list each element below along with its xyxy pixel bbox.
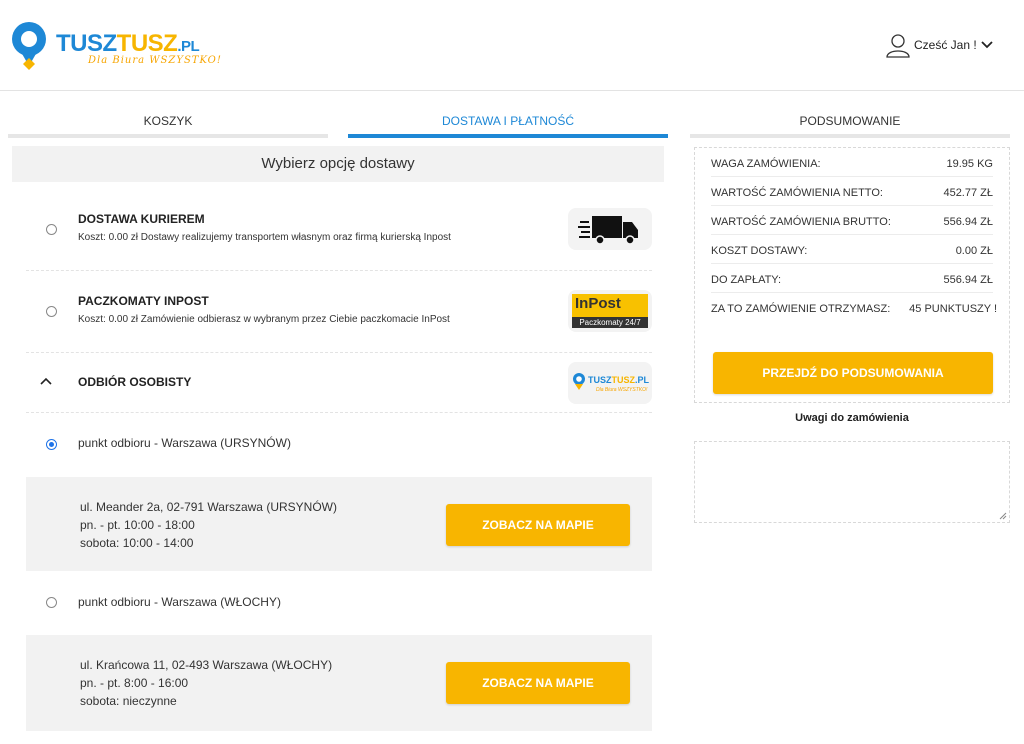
tab-label: KOSZYK	[143, 114, 193, 128]
option-title: DOSTAWA KURIEREM	[78, 212, 205, 226]
courier-radio[interactable]	[46, 224, 57, 235]
tab-cart[interactable]: KOSZYK	[8, 114, 328, 138]
summary-value: 556.94 ZŁ	[943, 216, 993, 228]
option-title: PACZKOMATY INPOST	[78, 294, 209, 308]
tab-indicator	[348, 134, 668, 138]
summary-row-total: DO ZAPŁATY: 556.94 ZŁ	[711, 264, 993, 293]
truck-icon	[568, 208, 652, 250]
user-greeting: Cześć Jan !	[914, 38, 977, 52]
order-notes-label: Uwagi do zamówienia	[795, 412, 909, 424]
pickup-point-ursynow[interactable]: punkt odbioru - Warszawa (URSYNÓW)	[26, 413, 652, 477]
tab-delivery-payment[interactable]: DOSTAWA I PŁATNOŚĆ	[348, 114, 668, 138]
summary-value: 556.94 ZŁ	[943, 274, 993, 286]
pickup-wlochy-details: ul. Krańcowa 11, 02-493 Warszawa (WŁOCHY…	[26, 635, 652, 731]
summary-label: WARTOŚĆ ZAMÓWIENIA BRUTTO:	[711, 216, 891, 228]
pickup-hours-saturday: sobota: 10:00 - 14:00	[80, 536, 194, 550]
summary-row-gross-value: WARTOŚĆ ZAMÓWIENIA BRUTTO: 556.94 ZŁ	[711, 206, 993, 235]
delivery-option-courier[interactable]: DOSTAWA KURIEREM Koszt: 0.00 zł Dostawy …	[26, 196, 652, 271]
order-notes-textarea[interactable]	[694, 441, 1010, 523]
site-header: TUSZTUSZ.PL Dla Biura WSZYSTKO! Cześć Ja…	[0, 0, 1024, 91]
option-title: ODBIÓR OSOBISTY	[78, 375, 192, 389]
user-menu[interactable]: Cześć Jan !	[885, 30, 993, 60]
summary-label: WAGA ZAMÓWIENIA:	[711, 158, 821, 170]
tusztusz-logo: TUSZTUSZ.PL Dla Biura WSZYSTKO!	[568, 362, 652, 404]
pickup-address: ul. Meander 2a, 02-791 Warszawa (URSYNÓW…	[80, 500, 337, 514]
order-summary: WAGA ZAMÓWIENIA: 19.95 KG WARTOŚĆ ZAMÓWI…	[694, 147, 1010, 403]
inpost-logo-sub: Paczkomaty 24/7	[572, 317, 648, 328]
go-to-summary-button[interactable]: PRZEJDŹ DO PODSUMOWANIA	[713, 352, 993, 394]
summary-value: 19.95 KG	[946, 158, 993, 170]
inpost-logo-main: InPost	[575, 295, 621, 312]
summary-label: ZA TO ZAMÓWIENIE OTRZYMASZ:	[711, 303, 891, 315]
pickup-ursynow-radio[interactable]	[46, 439, 57, 450]
tab-summary[interactable]: PODSUMOWANIE	[690, 114, 1010, 138]
option-description: Koszt: 0.00 zł Zamówienie odbierasz w wy…	[78, 314, 450, 325]
option-description: Koszt: 0.00 zł Dostawy realizujemy trans…	[78, 232, 451, 243]
chevron-down-icon	[981, 41, 993, 49]
pickup-hours-weekdays: pn. - pt. 8:00 - 16:00	[80, 676, 189, 690]
summary-value: 452.77 ZŁ	[943, 187, 993, 199]
pickup-wlochy-radio[interactable]	[46, 597, 57, 608]
summary-label: KOSZT DOSTAWY:	[711, 245, 808, 257]
tab-label: DOSTAWA I PŁATNOŚĆ	[441, 114, 575, 128]
delivery-option-personal-pickup[interactable]: ODBIÓR OSOBISTY TUSZTUSZ.PL Dla Biura WS…	[26, 353, 652, 413]
summary-label: WARTOŚĆ ZAMÓWIENIA NETTO:	[711, 187, 883, 199]
pickup-hours-weekdays: pn. - pt. 10:00 - 18:00	[80, 518, 195, 532]
summary-value: 45 PUNKTUSZY !	[909, 303, 997, 315]
tab-indicator	[690, 134, 1010, 138]
pickup-ursynow-details: ul. Meander 2a, 02-791 Warszawa (URSYNÓW…	[26, 477, 652, 571]
show-map-button[interactable]: ZOBACZ NA MAPIE	[446, 662, 630, 704]
tab-label: PODSUMOWANIE	[799, 114, 901, 128]
show-map-button[interactable]: ZOBACZ NA MAPIE	[446, 504, 630, 546]
logo-slogan: Dla Biura WSZYSTKO!	[88, 55, 222, 66]
summary-row-points: ZA TO ZAMÓWIENIE OTRZYMASZ: 45 PUNKTUSZY…	[711, 293, 997, 322]
pickup-hours-saturday: sobota: nieczynne	[80, 694, 177, 708]
pickup-point-label: punkt odbioru - Warszawa (URSYNÓW)	[78, 436, 291, 450]
tab-indicator	[8, 134, 328, 138]
delivery-section-title: Wybierz opcję dostawy	[12, 146, 664, 182]
logo-pin-icon	[12, 22, 46, 70]
user-icon	[886, 34, 910, 58]
resize-handle-icon[interactable]	[999, 512, 1007, 520]
summary-row-shipping: KOSZT DOSTAWY: 0.00 ZŁ	[711, 235, 993, 264]
pickup-address: ul. Krańcowa 11, 02-493 Warszawa (WŁOCHY…	[80, 658, 333, 672]
summary-row-weight: WAGA ZAMÓWIENIA: 19.95 KG	[711, 148, 993, 177]
chevron-up-icon[interactable]	[40, 377, 52, 385]
tusztusz-logo-wordmark: TUSZTUSZ.PL	[588, 375, 650, 385]
summary-value: 0.00 ZŁ	[955, 245, 993, 257]
tusztusz-logo-slogan: Dla Biura WSZYSTKO!	[596, 387, 648, 393]
delivery-option-inpost[interactable]: PACZKOMATY INPOST Koszt: 0.00 zł Zamówie…	[26, 271, 652, 353]
inpost-radio[interactable]	[46, 306, 57, 317]
site-logo[interactable]: TUSZTUSZ.PL Dla Biura WSZYSTKO!	[8, 16, 228, 72]
summary-label: DO ZAPŁATY:	[711, 274, 782, 286]
pickup-point-label: punkt odbioru - Warszawa (WŁOCHY)	[78, 595, 281, 609]
summary-row-net-value: WARTOŚĆ ZAMÓWIENIA NETTO: 452.77 ZŁ	[711, 177, 993, 206]
inpost-logo: InPost Paczkomaty 24/7	[568, 290, 652, 332]
pickup-point-wlochy[interactable]: punkt odbioru - Warszawa (WŁOCHY)	[26, 571, 652, 635]
